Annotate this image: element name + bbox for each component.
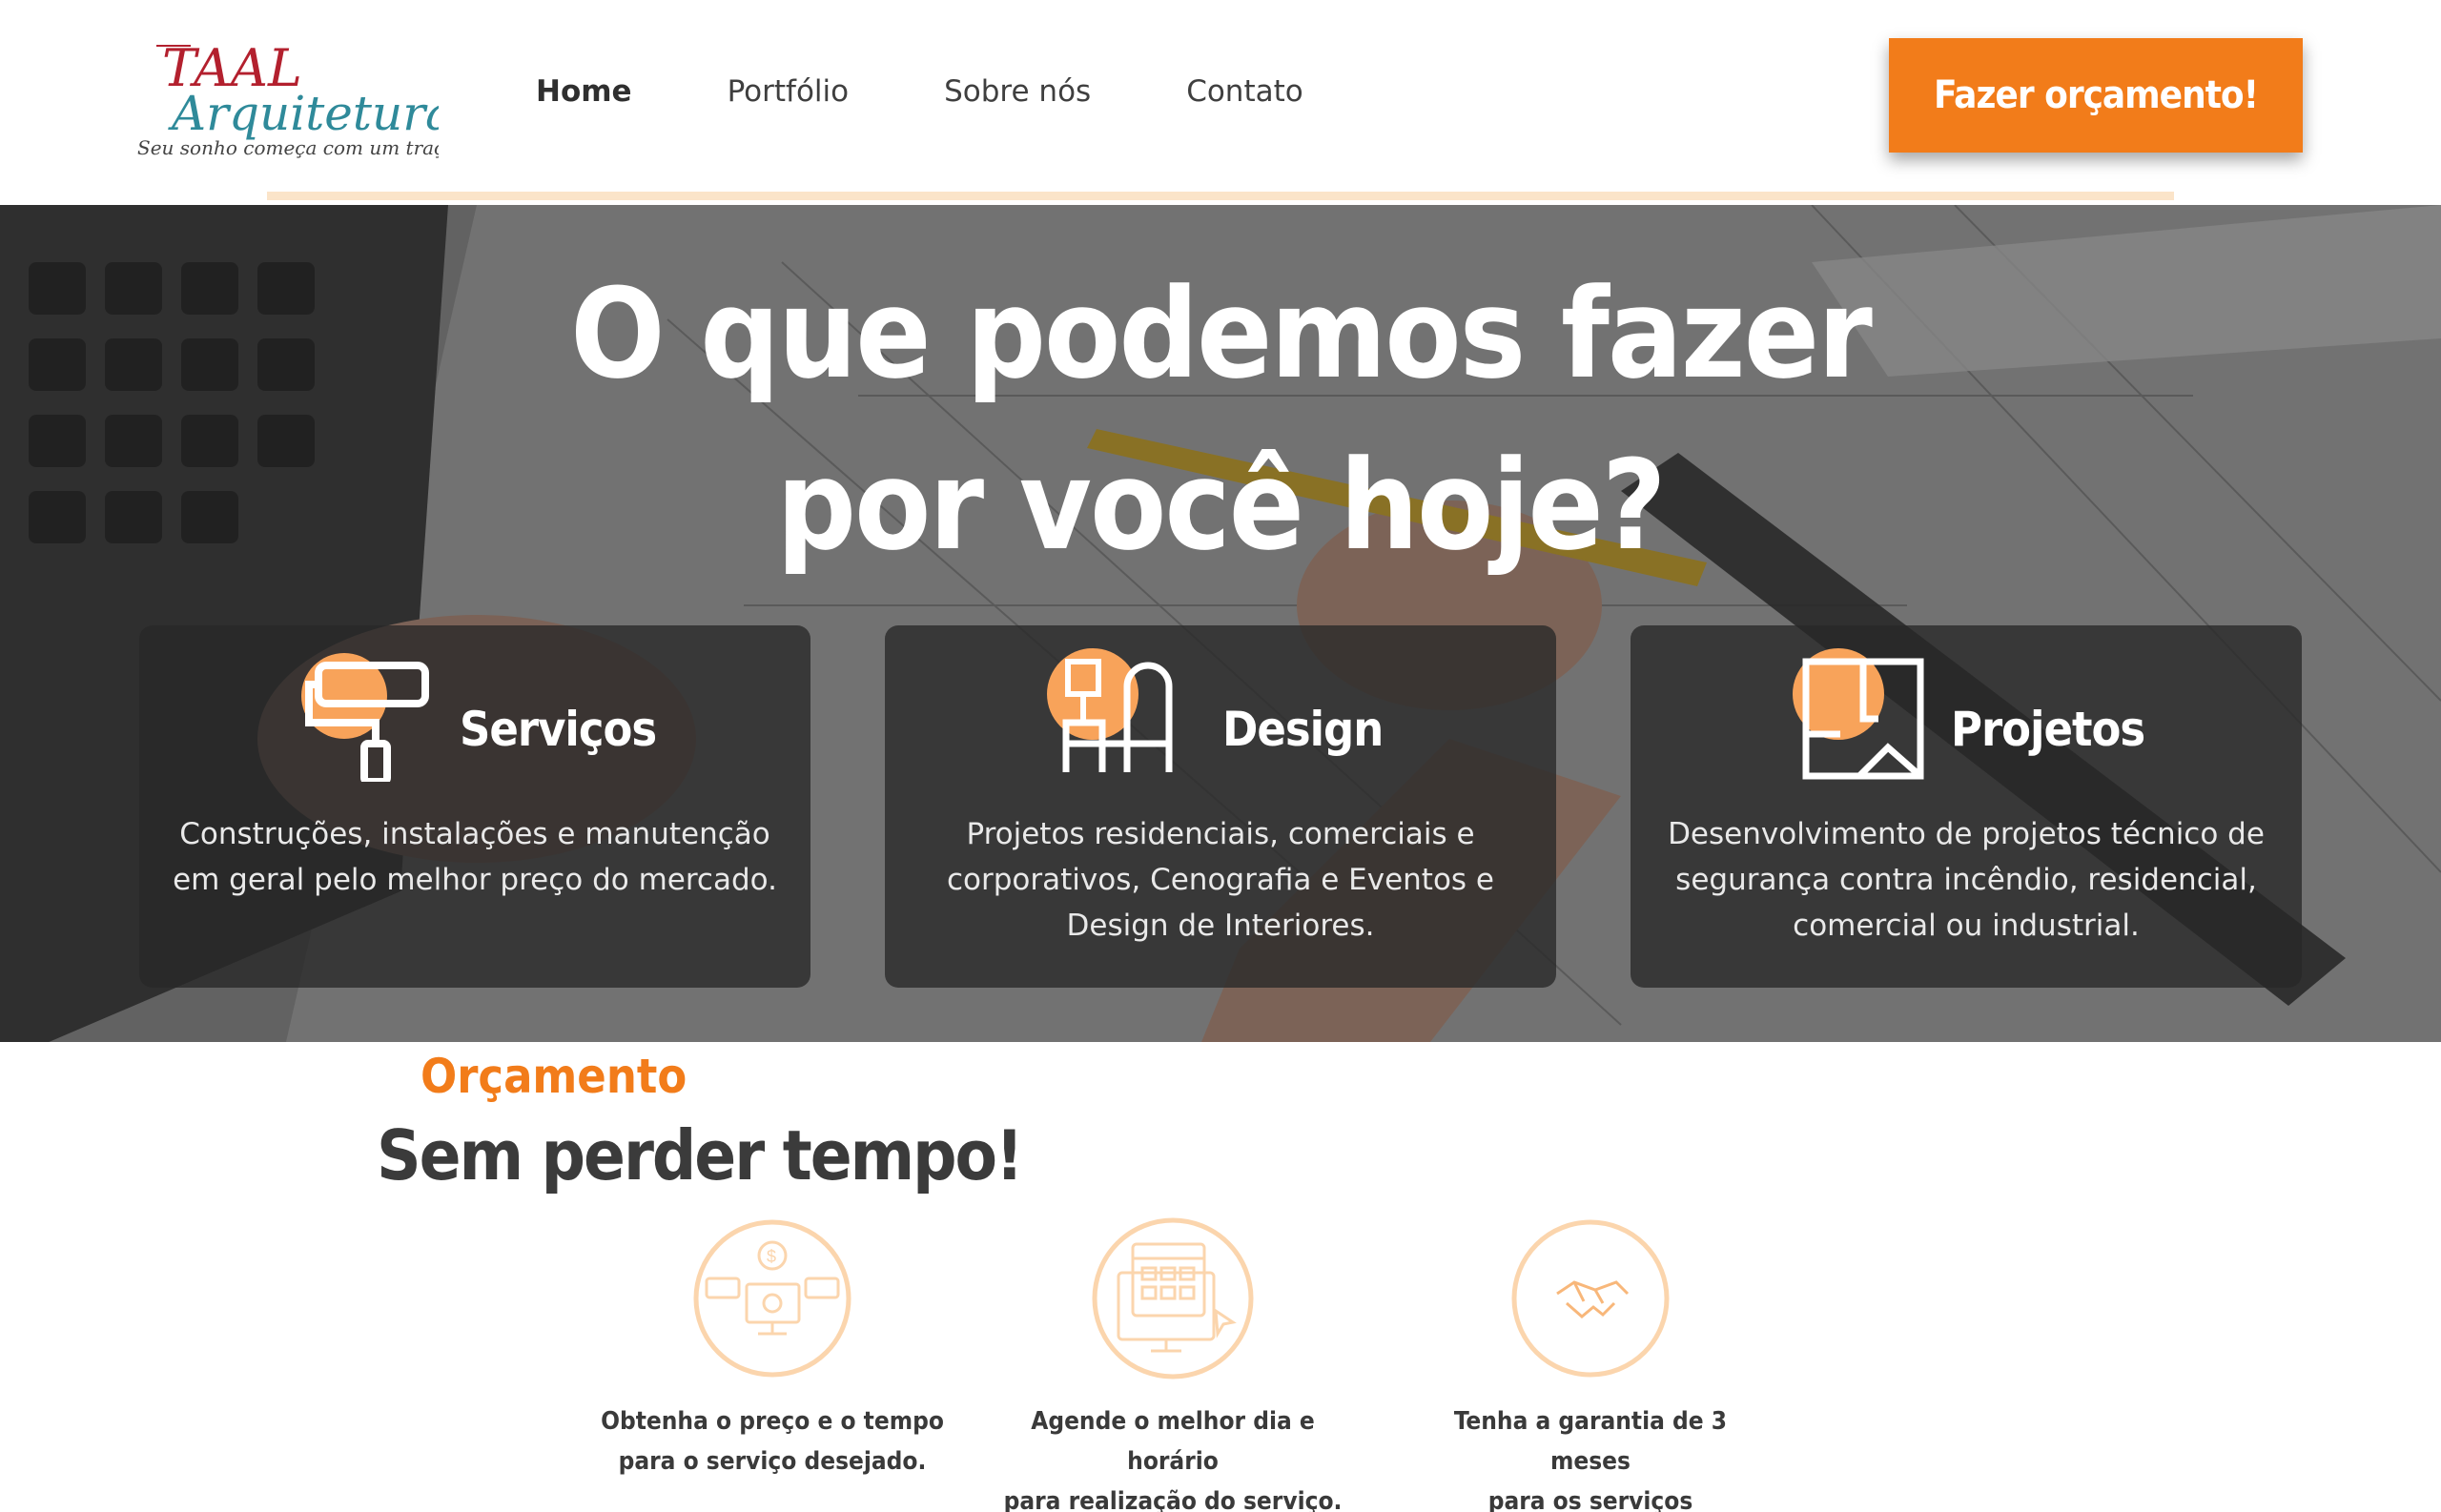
money-computer-icon: $ [693,1219,851,1378]
main-nav: Home Portfólio Sobre nós Contato [536,74,1399,109]
armchair-icon [1047,648,1173,772]
logo-graphic: TAAL Arquitetura Seu sonho começa com um… [137,38,463,159]
service-card-servicos[interactable]: Serviços Construções, instalações e manu… [139,625,810,988]
card-text-projetos: Desenvolvimento de projetos técnico de s… [1668,817,2265,943]
hero-title: O que podemos fazer por você hoje? [0,248,2441,591]
budget-step-text-schedule: Agende o melhor dia e horário para reali… [1003,1407,1343,1512]
service-card-design[interactable]: Design Projetos residenciais, comerciais… [885,625,1556,988]
nav-sobre-nos[interactable]: Sobre nós [944,74,1091,109]
fazer-orcamento-button[interactable]: Fazer orçamento! [1889,38,2303,153]
card-text-design: Projetos residenciais, comerciais e corp… [947,817,1494,943]
hero-section: O que podemos fazer por você hoje? Servi… [0,205,2441,1042]
logo-line2: Arquitetura [168,86,439,141]
budget-step-price: $ Obtenha o preço e o tempo para o servi… [601,1216,944,1481]
orcamento-title: Sem perder tempo! [377,1115,1024,1195]
paint-roller-icon [301,653,429,782]
floor-plan-icon [1793,648,1924,780]
nav-portfolio[interactable]: Portfólio [728,74,850,109]
nav-home[interactable]: Home [536,74,632,109]
hero-title-line1: O que podemos fazer [570,261,1873,406]
handshake-icon [1511,1219,1669,1378]
calendar-screen-icon [1092,1217,1253,1379]
header-divider [267,192,2174,200]
logo-tagline: Seu sonho começa com um traço! [137,136,439,159]
card-title-design: Design [1222,702,1384,757]
svg-text:$: $ [767,1247,776,1266]
card-title-servicos: Serviços [460,702,657,757]
nav-contato[interactable]: Contato [1186,74,1303,109]
hero-title-line2: por você hoje? [776,433,1666,578]
service-card-projetos[interactable]: Projetos Desenvolvimento de projetos téc… [1631,625,2302,988]
budget-step-schedule: Agende o melhor dia e horário para reali… [1001,1216,1344,1512]
card-text-servicos: Construções, instalações e manutenção em… [173,817,777,897]
budget-step-warranty: Tenha a garantia de 3 meses para os serv… [1419,1216,1762,1512]
orcamento-label: Orçamento [421,1049,687,1104]
taal-logo[interactable]: TAAL Arquitetura Seu sonho começa com um… [133,27,463,170]
budget-step-text-warranty: Tenha a garantia de 3 meses para os serv… [1453,1407,1728,1512]
site-header: TAAL Arquitetura Seu sonho começa com um… [0,0,2441,205]
budget-step-text-price: Obtenha o preço e o tempo para o serviço… [601,1407,944,1476]
card-title-projetos: Projetos [1951,702,2145,757]
